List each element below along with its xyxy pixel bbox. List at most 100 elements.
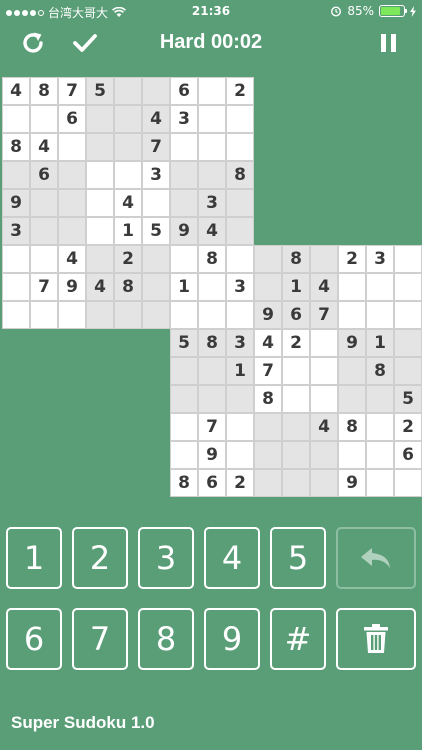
board-cell[interactable]: [338, 301, 366, 329]
board-cell[interactable]: 8: [226, 161, 254, 189]
board-cell[interactable]: [2, 273, 30, 301]
board-cell[interactable]: [198, 273, 226, 301]
board-cell[interactable]: [310, 329, 338, 357]
board-cell[interactable]: 9: [58, 273, 86, 301]
board-cell[interactable]: [338, 385, 366, 413]
board-cell[interactable]: 4: [142, 105, 170, 133]
board-cell[interactable]: 6: [394, 441, 422, 469]
board-cell[interactable]: [142, 301, 170, 329]
board-cell[interactable]: [170, 385, 198, 413]
number-button-6[interactable]: 6: [6, 608, 62, 670]
board-cell[interactable]: 6: [30, 161, 58, 189]
board-cell[interactable]: [30, 189, 58, 217]
board-cell[interactable]: 3: [170, 105, 198, 133]
board-cell[interactable]: [170, 189, 198, 217]
board-cell[interactable]: [282, 385, 310, 413]
board-cell[interactable]: 5: [142, 217, 170, 245]
board-cell[interactable]: [310, 469, 338, 497]
board-cell[interactable]: [142, 77, 170, 105]
board-cell[interactable]: [58, 301, 86, 329]
delete-button[interactable]: [336, 608, 416, 670]
board-cell[interactable]: [338, 441, 366, 469]
board-cell[interactable]: 8: [282, 245, 310, 273]
board-cell[interactable]: [394, 469, 422, 497]
board-cell[interactable]: [30, 245, 58, 273]
board-cell[interactable]: [198, 385, 226, 413]
board-cell[interactable]: [338, 273, 366, 301]
board-cell[interactable]: [86, 245, 114, 273]
board-cell[interactable]: 9: [338, 469, 366, 497]
board-cell[interactable]: 2: [226, 469, 254, 497]
number-button-2[interactable]: 2: [72, 527, 128, 589]
board-cell[interactable]: [2, 105, 30, 133]
board-cell[interactable]: 2: [282, 329, 310, 357]
board-cell[interactable]: [226, 245, 254, 273]
number-button-1[interactable]: 1: [6, 527, 62, 589]
board-cell[interactable]: 8: [366, 357, 394, 385]
board-cell[interactable]: [338, 357, 366, 385]
board-cell[interactable]: 5: [170, 329, 198, 357]
board-cell[interactable]: 4: [86, 273, 114, 301]
board-cell[interactable]: [30, 105, 58, 133]
board-cell[interactable]: [394, 245, 422, 273]
board-cell[interactable]: [2, 245, 30, 273]
board-cell[interactable]: [226, 441, 254, 469]
board-cell[interactable]: 1: [366, 329, 394, 357]
board-cell[interactable]: [254, 469, 282, 497]
board-cell[interactable]: [310, 245, 338, 273]
board-cell[interactable]: [226, 133, 254, 161]
board-cell[interactable]: [394, 329, 422, 357]
board-cell[interactable]: 4: [58, 245, 86, 273]
board-cell[interactable]: [226, 217, 254, 245]
board-cell[interactable]: 9: [198, 441, 226, 469]
board-cell[interactable]: [198, 77, 226, 105]
board-cell[interactable]: [114, 133, 142, 161]
number-button-9[interactable]: 9: [204, 608, 260, 670]
board-cell[interactable]: 9: [254, 301, 282, 329]
board-cell[interactable]: [254, 273, 282, 301]
board-cell[interactable]: [394, 301, 422, 329]
board-cell[interactable]: 9: [2, 189, 30, 217]
board-cell[interactable]: 2: [114, 245, 142, 273]
board-cell[interactable]: [170, 413, 198, 441]
board-cell[interactable]: 6: [198, 469, 226, 497]
board-cell[interactable]: [254, 441, 282, 469]
board-cell[interactable]: 3: [198, 189, 226, 217]
board-cell[interactable]: [366, 273, 394, 301]
number-button-3[interactable]: 3: [138, 527, 194, 589]
board-cell[interactable]: [170, 441, 198, 469]
board-cell[interactable]: [86, 217, 114, 245]
board-cell[interactable]: [198, 105, 226, 133]
board-cell[interactable]: [86, 189, 114, 217]
board-cell[interactable]: [58, 133, 86, 161]
board-cell[interactable]: [86, 105, 114, 133]
board-cell[interactable]: 1: [114, 217, 142, 245]
board-cell[interactable]: [394, 357, 422, 385]
number-button-7[interactable]: 7: [72, 608, 128, 670]
undo-button[interactable]: [336, 527, 416, 589]
board-cell[interactable]: 2: [338, 245, 366, 273]
board-cell[interactable]: 8: [198, 329, 226, 357]
board-cell[interactable]: [226, 105, 254, 133]
board-cell[interactable]: [254, 413, 282, 441]
board-cell[interactable]: 7: [142, 133, 170, 161]
number-button-5[interactable]: 5: [270, 527, 326, 589]
board-cell[interactable]: 9: [338, 329, 366, 357]
board-cell[interactable]: [366, 469, 394, 497]
board-cell[interactable]: 2: [394, 413, 422, 441]
board-cell[interactable]: [58, 189, 86, 217]
board-cell[interactable]: [366, 385, 394, 413]
board-cell[interactable]: [170, 357, 198, 385]
board-cell[interactable]: [310, 357, 338, 385]
board-cell[interactable]: [226, 413, 254, 441]
board-cell[interactable]: 4: [30, 133, 58, 161]
board-cell[interactable]: [198, 301, 226, 329]
board-cell[interactable]: 9: [170, 217, 198, 245]
board-cell[interactable]: [198, 133, 226, 161]
board-cell[interactable]: [198, 357, 226, 385]
board-cell[interactable]: 8: [198, 245, 226, 273]
board-cell[interactable]: 5: [86, 77, 114, 105]
board-cell[interactable]: 2: [226, 77, 254, 105]
board-cell[interactable]: [142, 273, 170, 301]
board-cell[interactable]: 1: [226, 357, 254, 385]
